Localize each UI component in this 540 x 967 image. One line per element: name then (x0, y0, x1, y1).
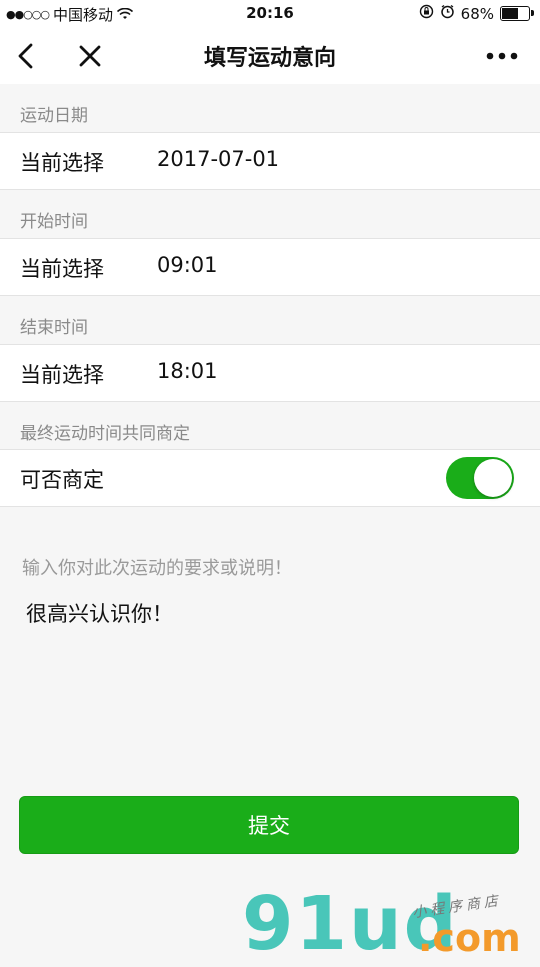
negotiable-label: 可否商定 (20, 468, 104, 492)
negotiable-toggle[interactable] (446, 457, 514, 499)
end-time-value: 18:01 (157, 359, 218, 383)
close-button[interactable] (70, 36, 110, 76)
chevron-left-icon (18, 43, 33, 69)
alarm-icon (440, 4, 455, 23)
remark-text: 很高兴认识你！ (26, 602, 173, 626)
section-label-end-time: 结束时间 (20, 318, 88, 338)
status-right: 68% (419, 4, 534, 23)
start-time-value: 09:01 (157, 253, 218, 277)
start-time-picker-row[interactable]: 当前选择 09:01 (0, 238, 540, 296)
battery-fill (502, 8, 519, 19)
site-watermark-logo: 91ud .com 小程序商店 (240, 887, 540, 961)
page-title: 填写运动意向 (203, 46, 336, 71)
end-time-picker-row[interactable]: 当前选择 18:01 (0, 344, 540, 402)
date-picker-row[interactable]: 当前选择 2017-07-01 (0, 132, 540, 190)
row-key: 当前选择 (20, 151, 104, 175)
more-button[interactable] (482, 36, 522, 76)
row-key: 当前选择 (20, 363, 104, 387)
section-label-negotiable: 最终运动时间共同商定 (20, 424, 190, 444)
navbar: 填写运动意向 (0, 28, 540, 84)
rotation-lock-icon (419, 4, 434, 23)
back-button[interactable] (6, 36, 46, 76)
date-value: 2017-07-01 (157, 147, 280, 171)
row-key: 当前选择 (20, 257, 104, 281)
close-icon (79, 45, 101, 67)
battery-icon (500, 6, 534, 21)
watermark-suffix: .com (418, 916, 521, 960)
toggle-knob (474, 459, 512, 497)
section-label-date: 运动日期 (20, 106, 88, 126)
section-label-start-time: 开始时间 (20, 212, 88, 232)
more-icon (486, 52, 518, 60)
battery-percent: 68% (460, 4, 494, 23)
submit-button[interactable]: 提交 (19, 796, 519, 854)
remark-placeholder: 输入你对此次运动的要求或说明！ (22, 558, 292, 579)
negotiable-row: 可否商定 (0, 449, 540, 507)
status-bar: ●●○○○ 中国移动 20:16 68% (0, 0, 540, 28)
